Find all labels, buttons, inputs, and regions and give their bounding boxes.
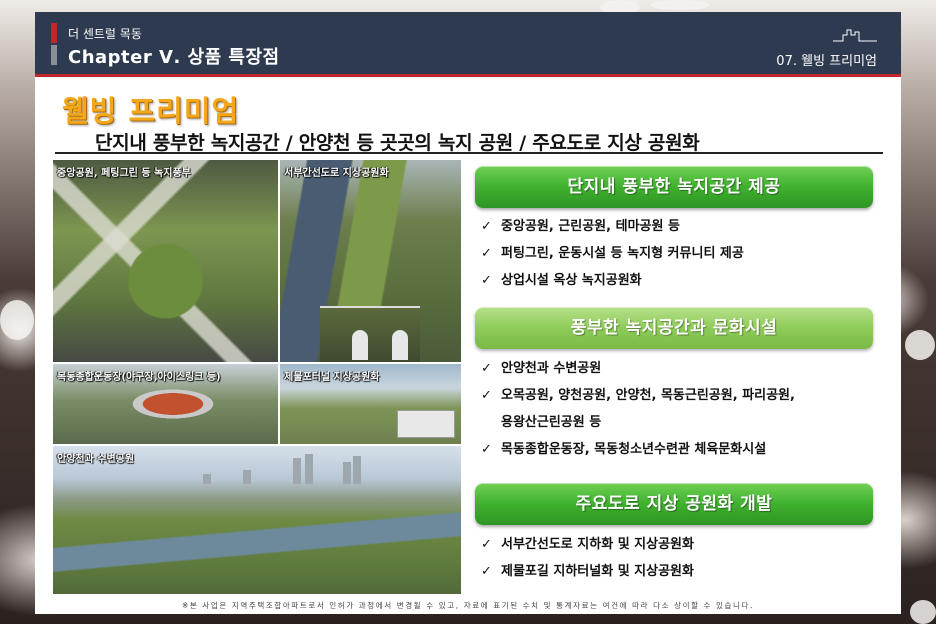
page-subheading: 단지내 풍부한 녹지공간 / 안양천 등 곳곳의 녹지 공원 / 주요도로 지상…	[95, 132, 700, 154]
check-icon: ✓	[481, 361, 492, 376]
check-icon: ✓	[481, 564, 492, 579]
feature-button-culture[interactable]: 풍부한 녹지공간과 문화시설	[475, 307, 873, 349]
list-item-continued: 용왕산근린공원 등	[501, 415, 602, 430]
skyline-icon	[833, 29, 877, 42]
photo-central-park: 중앙공원, 페팅그린 등 녹지풍부	[53, 160, 278, 362]
check-icon: ✓	[481, 246, 492, 261]
photo-mokdong-stadium: 목동종합운동장(야구장,아이스링크 등)	[53, 364, 278, 444]
subheading-underline	[55, 152, 883, 154]
list-item: ✓ 상업시설 옥상 녹지공원화	[475, 267, 895, 294]
park-sign	[397, 410, 455, 438]
photo-caption: 목동종합운동장(야구장,아이스링크 등)	[57, 372, 221, 383]
list-item: ✓ 오목공원, 양천공원, 안양천, 목동근린공원, 파리공원,	[475, 382, 895, 409]
slide: 더 센트럴 목동 Chapter Ⅴ. 상품 특장점 07. 웰빙 프리미엄 웰…	[35, 12, 901, 614]
photo-caption: 중앙공원, 페팅그린 등 녹지풍부	[57, 168, 191, 179]
list-item: ✓ 퍼팅그린, 운동시설 등 녹지형 커뮤니티 제공	[475, 240, 895, 267]
feature-button-green-space[interactable]: 단지내 풍부한 녹지공간 제공	[475, 166, 873, 208]
check-icon: ✓	[481, 537, 492, 552]
photo-jemulpo-tunnel-park: 제물포터널 지상공원화	[280, 364, 461, 444]
photo-anyangcheon-waterside: 안양천과 수변공원	[53, 446, 461, 594]
check-icon: ✓	[481, 219, 492, 234]
header-section-label: 07. 웰빙 프리미엄	[776, 54, 877, 69]
feature-list-road-park: ✓ 서부간선도로 지하화 및 지상공원화 ✓ 제물포길 지하터널화 및 지상공원화	[475, 531, 895, 585]
header-mark-red	[51, 23, 57, 43]
list-item: ✓ 서부간선도로 지하화 및 지상공원화	[475, 531, 895, 558]
list-item: ✓ 목동종합운동장, 목동청소년수련관 체육문화시설	[475, 436, 895, 463]
check-icon: ✓	[481, 273, 492, 288]
header-divider	[35, 74, 901, 77]
photo-caption: 제물포터널 지상공원화	[284, 372, 380, 383]
page-heading: 웰빙 프리미엄	[62, 94, 240, 128]
header-bar: 더 센트럴 목동 Chapter Ⅴ. 상품 특장점 07. 웰빙 프리미엄	[35, 12, 901, 74]
disclaimer-footnote: ※본 사업은 지역주택조합아파트로서 인허가 과정에서 변경될 수 있고, 자료…	[181, 601, 755, 610]
list-item: ✓ 중앙공원, 근린공원, 테마공원 등	[475, 213, 895, 240]
list-item: ✓ 제물포길 지하터널화 및 지상공원화	[475, 558, 895, 585]
tunnel-vent	[352, 330, 368, 360]
check-icon: ✓	[481, 442, 492, 457]
header-mark-gray	[51, 45, 57, 65]
header-title: Chapter Ⅴ. 상품 특장점	[68, 47, 280, 68]
feature-list-culture: ✓ 안양천과 수변공원 ✓ 오목공원, 양천공원, 안양천, 목동근린공원, 파리공…	[475, 355, 895, 463]
check-icon: ✓	[481, 388, 492, 403]
photo-caption: 서부간선도로 지상공원화	[284, 168, 389, 179]
header-subtitle: 더 센트럴 목동	[68, 27, 142, 41]
feature-button-road-park[interactable]: 주요도로 지상 공원화 개발	[475, 483, 873, 525]
feature-list-green-space: ✓ 중앙공원, 근린공원, 테마공원 등 ✓ 퍼팅그린, 운동시설 등 녹지형 커뮤…	[475, 213, 895, 294]
tunnel-vent	[392, 330, 408, 360]
list-item: ✓ 안양천과 수변공원	[475, 355, 895, 382]
photo-caption: 안양천과 수변공원	[57, 454, 135, 465]
photo-seobu-expressway-park: 서부간선도로 지상공원화	[280, 160, 461, 362]
